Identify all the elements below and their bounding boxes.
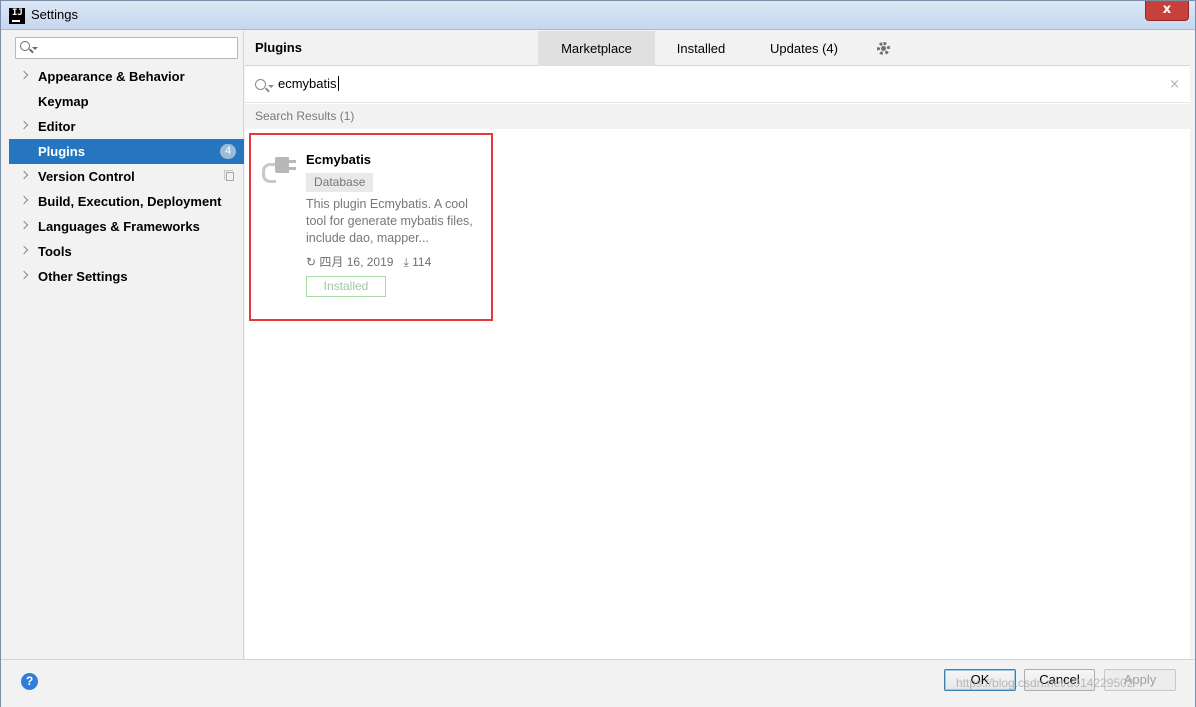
sidebar-item-editor[interactable]: Editor xyxy=(9,114,244,139)
download-icon: ⤓ xyxy=(403,255,409,269)
chevron-right-icon[interactable] xyxy=(19,120,29,130)
plugin-meta: ↻ 四月 16, 2019 ⤓ 114 xyxy=(306,253,431,270)
chevron-right-icon[interactable] xyxy=(19,70,29,80)
sidebar-item-label: Version Control xyxy=(38,169,135,184)
plugin-name[interactable]: Ecmybatis xyxy=(306,152,371,167)
settings-search-input[interactable] xyxy=(15,37,238,59)
clear-search-icon[interactable]: × xyxy=(1169,77,1180,92)
plugin-update-date: 四月 16, 2019 xyxy=(319,255,394,269)
plugin-category-tag[interactable]: Database xyxy=(306,173,374,192)
settings-window: IJ Settings x Appearance & Behavior Keym… xyxy=(0,0,1196,707)
plugin-download-count: 114 xyxy=(412,255,432,269)
search-dropdown-icon[interactable] xyxy=(268,85,274,88)
plugins-pane: Plugins Marketplace Installed Updates (4… xyxy=(245,31,1190,659)
plugins-update-count-badge: 4 xyxy=(220,144,236,159)
sidebar-item-label: Languages & Frameworks xyxy=(38,219,200,234)
refresh-icon: ↻ xyxy=(306,255,317,269)
search-icon xyxy=(255,79,266,90)
sidebar-item-keymap[interactable]: Keymap xyxy=(9,89,244,114)
sidebar-item-label: Tools xyxy=(38,244,72,259)
search-dropdown-icon[interactable] xyxy=(32,47,38,50)
tab-installed[interactable]: Installed xyxy=(663,31,739,66)
title-bar: IJ Settings x xyxy=(1,1,1195,30)
dialog-footer: ? OK Cancel Apply https://blog.csdn.net/… xyxy=(1,659,1195,707)
chevron-right-icon[interactable] xyxy=(19,270,29,280)
sidebar-item-label: Plugins xyxy=(38,144,85,159)
intellij-app-icon: IJ xyxy=(9,8,25,24)
sidebar-item-label: Build, Execution, Deployment xyxy=(38,194,222,209)
plugin-search-input[interactable]: ecmybatis xyxy=(278,76,339,91)
chevron-right-icon[interactable] xyxy=(19,195,29,205)
text-caret xyxy=(337,76,339,91)
project-settings-icon xyxy=(224,170,234,181)
chevron-right-icon[interactable] xyxy=(19,220,29,230)
sidebar-item-label: Editor xyxy=(38,119,76,134)
sidebar-item-label: Keymap xyxy=(38,94,89,109)
plugins-header: Plugins Marketplace Installed Updates (4… xyxy=(245,31,1190,66)
plugin-plug-icon xyxy=(261,151,296,185)
gear-icon[interactable] xyxy=(877,42,890,55)
sidebar-item-label: Appearance & Behavior xyxy=(38,69,185,84)
window-title: Settings xyxy=(31,7,78,22)
settings-tree: Appearance & Behavior Keymap Editor Plug… xyxy=(9,64,244,289)
sidebar-item-tools[interactable]: Tools xyxy=(9,239,244,264)
sidebar-item-appearance-behavior[interactable]: Appearance & Behavior xyxy=(9,64,244,89)
search-results-label: Search Results (1) xyxy=(255,109,355,123)
watermark-text: https://blog.csdn.net/u014229502 xyxy=(956,676,1134,690)
tab-updates[interactable]: Updates (4) xyxy=(757,31,851,66)
sidebar-item-languages-frameworks[interactable]: Languages & Frameworks xyxy=(9,214,244,239)
help-icon[interactable]: ? xyxy=(21,673,38,690)
close-window-button[interactable]: x xyxy=(1145,1,1189,21)
tab-marketplace[interactable]: Marketplace xyxy=(538,31,655,66)
plugin-search-field[interactable]: ecmybatis × xyxy=(245,67,1190,103)
search-icon xyxy=(20,41,30,51)
sidebar-item-build-execution-deployment[interactable]: Build, Execution, Deployment xyxy=(9,189,244,214)
search-query: ecmybatis xyxy=(278,76,337,91)
sidebar-item-version-control[interactable]: Version Control xyxy=(9,164,244,189)
search-results-header: Search Results (1) xyxy=(245,104,1190,129)
plugin-description: This plugin Ecmybatis. A cool tool for g… xyxy=(306,197,473,245)
sidebar-item-label: Other Settings xyxy=(38,269,128,284)
sidebar-item-plugins[interactable]: Plugins 4 xyxy=(9,139,244,164)
sidebar-item-other-settings[interactable]: Other Settings xyxy=(9,264,244,289)
chevron-right-icon[interactable] xyxy=(19,170,29,180)
plugin-card-ecmybatis[interactable]: Ecmybatis Database This plugin Ecmybatis… xyxy=(249,133,493,321)
page-title: Plugins xyxy=(255,40,302,55)
installed-button[interactable]: Installed xyxy=(306,276,386,297)
settings-sidebar: Appearance & Behavior Keymap Editor Plug… xyxy=(9,31,244,659)
chevron-right-icon[interactable] xyxy=(19,245,29,255)
